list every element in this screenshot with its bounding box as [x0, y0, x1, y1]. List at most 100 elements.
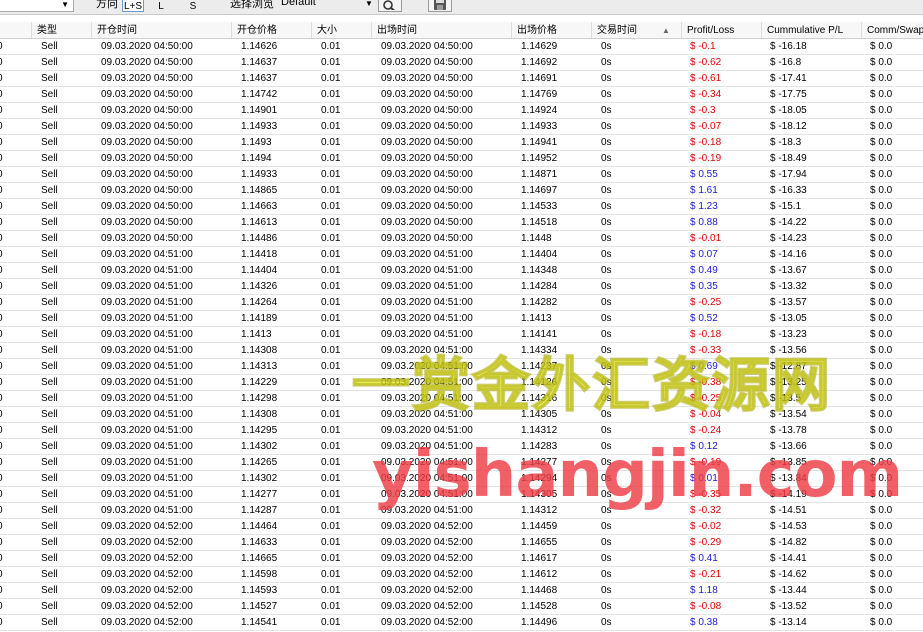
cell-duration: 0s: [601, 201, 612, 212]
cell-open-price: 1.14302: [241, 441, 278, 452]
cell-profit-loss: $ -0.3: [690, 105, 716, 116]
left-dropdown[interactable]: ▼: [0, 0, 74, 12]
col-header-profit-loss[interactable]: Profit/Loss: [682, 22, 762, 38]
cell-type: Sell: [41, 169, 58, 180]
table-row[interactable]: 0 Sell 09.03.2020 04:52:00 1.14464 0.01 09.03…: [0, 519, 923, 535]
table-row[interactable]: 0 Sell 09.03.2020 04:50:00 1.14613 0.01 09.03…: [0, 215, 923, 231]
cell-cumulative-pl: $ -13.52: [770, 601, 807, 612]
table-row[interactable]: 0 Sell 09.03.2020 04:50:00 1.14742 0.01 09.03…: [0, 87, 923, 103]
cell-lead: 0: [0, 359, 3, 374]
cell-size: 0.01: [321, 121, 341, 132]
cell-exit-time: 09.03.2020 04:51:00: [381, 425, 473, 436]
cell-exit-price: 1.14533: [521, 201, 558, 212]
cell-comm-swap: $ 0.0: [870, 249, 893, 260]
table-row[interactable]: 0 Sell 09.03.2020 04:51:00 1.14326 0.01 09.03…: [0, 279, 923, 295]
table-row[interactable]: 0 Sell 09.03.2020 04:50:00 1.14486 0.01 09.03…: [0, 231, 923, 247]
cell-profit-loss: $ 0.55: [690, 169, 718, 180]
cell-comm-swap: $ 0.0: [870, 105, 893, 116]
cell-open-price: 1.14865: [241, 185, 278, 196]
cell-open-time: 09.03.2020 04:51:00: [101, 457, 193, 468]
cell-open-price: 1.1413: [241, 329, 272, 340]
save-button[interactable]: [428, 0, 452, 12]
table-row[interactable]: 0 Sell 09.03.2020 04:51:00 1.14189 0.01 09.03…: [0, 311, 923, 327]
col-header-size[interactable]: 大小: [312, 22, 372, 38]
cell-size: 0.01: [321, 281, 341, 292]
cell-cumulative-pl: $ -18.05: [770, 105, 807, 116]
table-row[interactable]: 0 Sell 09.03.2020 04:50:00 1.14637 0.01 09.03…: [0, 55, 923, 71]
table-row[interactable]: 0 Sell 09.03.2020 04:51:00 1.14418 0.01 09.03…: [0, 247, 923, 263]
col-header-cumulative-pl[interactable]: Cummulative P/L: [762, 22, 862, 38]
direction-option-l[interactable]: L: [150, 0, 172, 12]
table-row[interactable]: 0 Sell 09.03.2020 04:50:00 1.14663 0.01 09.03…: [0, 199, 923, 215]
cell-open-time: 09.03.2020 04:51:00: [101, 313, 193, 324]
col-header-duration[interactable]: 交易时间 ▲: [592, 22, 682, 38]
cell-open-time: 09.03.2020 04:50:00: [101, 57, 193, 68]
search-button[interactable]: [378, 0, 402, 12]
cell-open-time: 09.03.2020 04:52:00: [101, 553, 193, 564]
cell-exit-price: 1.14496: [521, 617, 558, 628]
table-row[interactable]: 0 Sell 09.03.2020 04:52:00 1.14541 0.01 09.03…: [0, 615, 923, 631]
cell-profit-loss: $ -0.34: [690, 89, 722, 100]
cell-open-price: 1.14486: [241, 233, 278, 244]
view-label: 选择浏览: [230, 0, 274, 10]
col-header-type[interactable]: 类型: [32, 22, 92, 38]
cell-exit-price: 1.14697: [521, 185, 558, 196]
cell-exit-time: 09.03.2020 04:52:00: [381, 537, 473, 548]
cell-lead: 0: [0, 423, 3, 438]
cell-lead: 0: [0, 439, 3, 454]
table-row[interactable]: 0 Sell 09.03.2020 04:52:00 1.14527 0.01 09.03…: [0, 599, 923, 615]
col-header-exit-time[interactable]: 出场时间: [372, 22, 512, 38]
table-row[interactable]: 0 Sell 09.03.2020 04:50:00 1.14626 0.01 09.03…: [0, 39, 923, 55]
cell-lead: 0: [0, 535, 3, 550]
table-row[interactable]: 0 Sell 09.03.2020 04:50:00 1.14637 0.01 09.03…: [0, 71, 923, 87]
cell-profit-loss: $ -0.62: [690, 57, 722, 68]
table-row[interactable]: 0 Sell 09.03.2020 04:51:00 1.14404 0.01 09.03…: [0, 263, 923, 279]
table-row[interactable]: 0 Sell 09.03.2020 04:52:00 1.14598 0.01 09.03…: [0, 567, 923, 583]
cell-exit-time: 09.03.2020 04:51:00: [381, 281, 473, 292]
cell-size: 0.01: [321, 425, 341, 436]
cell-open-time: 09.03.2020 04:51:00: [101, 425, 193, 436]
cell-cumulative-pl: $ -14.22: [770, 217, 807, 228]
cell-duration: 0s: [601, 425, 612, 436]
table-row[interactable]: 0 Sell 09.03.2020 04:52:00 1.14633 0.01 09.03…: [0, 535, 923, 551]
magnifier-icon: [383, 0, 396, 10]
table-row[interactable]: 0 Sell 09.03.2020 04:50:00 1.14933 0.01 09.03…: [0, 167, 923, 183]
cell-open-time: 09.03.2020 04:50:00: [101, 169, 193, 180]
direction-option-ls[interactable]: L+S: [122, 0, 144, 12]
table-row[interactable]: 0 Sell 09.03.2020 04:50:00 1.1494 0.01 09.03.…: [0, 151, 923, 167]
col-header-comm-swap[interactable]: Comm/Swap: [862, 22, 923, 38]
cell-profit-loss: $ -0.19: [690, 153, 722, 164]
cell-duration: 0s: [601, 297, 612, 308]
table-row[interactable]: 0 Sell 09.03.2020 04:50:00 1.14865 0.01 09.03…: [0, 183, 923, 199]
cell-open-time: 09.03.2020 04:50:00: [101, 233, 193, 244]
cell-profit-loss: $ 0.88: [690, 217, 718, 228]
cell-type: Sell: [41, 505, 58, 516]
table-row[interactable]: 0 Sell 09.03.2020 04:52:00 1.14665 0.01 09.03…: [0, 551, 923, 567]
cell-duration: 0s: [601, 313, 612, 324]
cell-cumulative-pl: $ -14.62: [770, 569, 807, 580]
cell-open-price: 1.14418: [241, 249, 278, 260]
cell-type: Sell: [41, 249, 58, 260]
cell-cumulative-pl: $ -16.8: [770, 57, 802, 68]
cell-open-price: 1.14265: [241, 457, 278, 468]
cell-profit-loss: $ -0.25: [690, 297, 722, 308]
cell-exit-time: 09.03.2020 04:50:00: [381, 73, 473, 84]
cell-exit-price: 1.14282: [521, 297, 558, 308]
col-header-open-time[interactable]: 开仓时间: [92, 22, 232, 38]
view-select[interactable]: Default ▼: [278, 0, 374, 12]
col-header-exit-price[interactable]: 出场价格: [512, 22, 592, 38]
cell-comm-swap: $ 0.0: [870, 537, 893, 548]
table-row[interactable]: 0 Sell 09.03.2020 04:50:00 1.1493 0.01 09.03.…: [0, 135, 923, 151]
table-row[interactable]: 0 Sell 09.03.2020 04:50:00 1.14933 0.01 09.03…: [0, 119, 923, 135]
cell-duration: 0s: [601, 57, 612, 68]
table-row[interactable]: 0 Sell 09.03.2020 04:51:00 1.14264 0.01 09.03…: [0, 295, 923, 311]
table-row[interactable]: 0 Sell 09.03.2020 04:51:00 1.14295 0.01 09.03…: [0, 423, 923, 439]
cell-lead: 0: [0, 87, 3, 102]
watermark-url: yishangjin.com: [372, 438, 903, 512]
cell-open-price: 1.14637: [241, 73, 278, 84]
table-row[interactable]: 0 Sell 09.03.2020 04:50:00 1.14901 0.01 09.03…: [0, 103, 923, 119]
table-row[interactable]: 0 Sell 09.03.2020 04:52:00 1.14593 0.01 09.03…: [0, 583, 923, 599]
direction-option-s[interactable]: S: [182, 0, 204, 12]
cell-exit-time: 09.03.2020 04:50:00: [381, 153, 473, 164]
col-header-open-price[interactable]: 开仓价格: [232, 22, 312, 38]
